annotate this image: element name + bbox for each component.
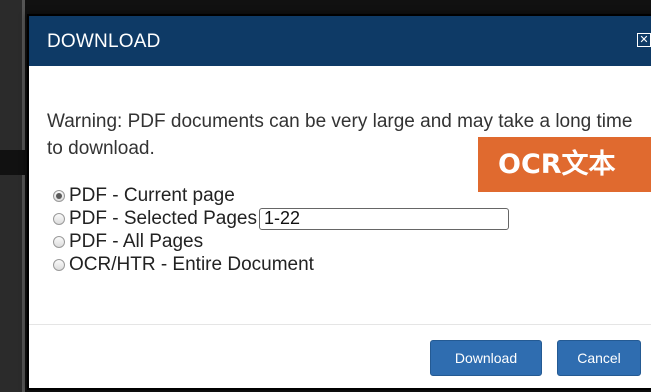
dialog-header: DOWNLOAD ✕	[29, 16, 651, 66]
dialog-title: DOWNLOAD	[47, 31, 161, 52]
pages-range-input[interactable]	[258, 207, 509, 230]
option-label: PDF - All Pages	[69, 230, 204, 252]
option-label: OCR/HTR - Entire Document	[69, 253, 314, 275]
option-selected-pages[interactable]: PDF - Selected Pages	[53, 207, 509, 230]
background-panel	[0, 0, 25, 150]
option-label: PDF - Selected Pages	[69, 207, 257, 229]
radio-current-page[interactable]	[53, 189, 65, 202]
download-options: PDF - Current page PDF - Selected Pages …	[53, 184, 509, 276]
background-panel	[0, 175, 25, 392]
option-label: PDF - Current page	[69, 184, 235, 206]
close-icon[interactable]: ✕	[637, 33, 651, 47]
option-current-page[interactable]: PDF - Current page	[53, 184, 509, 207]
download-dialog: DOWNLOAD ✕ Warning: PDF documents can be…	[27, 14, 651, 390]
option-all-pages[interactable]: PDF - All Pages	[53, 230, 509, 253]
option-ocr-htr[interactable]: OCR/HTR - Entire Document	[53, 253, 509, 276]
radio-ocr-htr[interactable]	[53, 258, 65, 271]
cancel-button[interactable]: Cancel	[557, 340, 641, 376]
radio-selected-pages[interactable]	[53, 212, 65, 225]
radio-all-pages[interactable]	[53, 235, 65, 248]
footer-divider	[29, 324, 651, 325]
ocr-text-badge: OCR文本	[478, 137, 651, 192]
download-button[interactable]: Download	[430, 340, 542, 376]
